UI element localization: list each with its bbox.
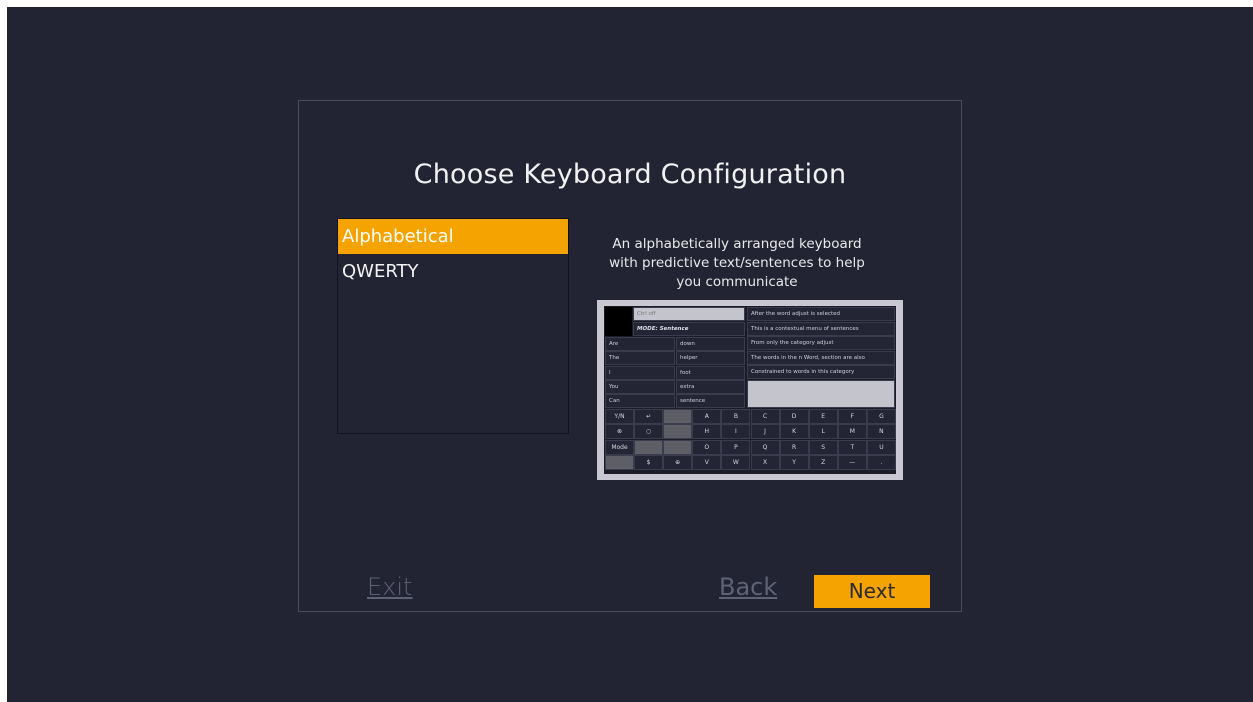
preview-key: H <box>692 424 722 440</box>
preview-word: foot <box>676 365 745 380</box>
preview-sentence: The words in the n Word, section are als… <box>747 350 895 365</box>
preview-key: J <box>750 424 780 440</box>
config-panel: Choose Keyboard Configuration Alphabetic… <box>298 100 962 612</box>
preview-key: M <box>837 424 867 440</box>
preview-key: F <box>837 409 867 424</box>
preview-key: C <box>750 409 780 424</box>
preview-key: R <box>779 439 809 455</box>
app-screen: Choose Keyboard Configuration Alphabetic… <box>7 7 1253 702</box>
preview-black-box <box>605 307 632 336</box>
preview-key <box>605 454 634 470</box>
preview-sentence: From only the category adjust <box>747 336 895 350</box>
preview-key: O <box>692 439 722 455</box>
preview-key: $ <box>634 454 664 470</box>
preview-key: . <box>866 454 896 470</box>
preview-sentence: After the word adjust is selected <box>747 307 895 321</box>
preview-key <box>634 439 664 455</box>
preview-key: W <box>721 454 751 470</box>
preview-key: — <box>837 454 867 470</box>
keyboard-description: An alphabetically arranged keyboard with… <box>609 236 865 290</box>
preview-key: U <box>866 439 896 455</box>
preview-key: I <box>721 424 751 440</box>
preview-ctrl: Ctrl off <box>633 307 745 321</box>
option-qwerty[interactable]: QWERTY <box>338 254 568 289</box>
preview-key: Q <box>750 439 780 455</box>
keyboard-preview: Ctrl off MODE: Sentence After the word a… <box>604 306 896 474</box>
preview-key: A <box>692 409 722 424</box>
preview-key: ○ <box>634 424 664 440</box>
preview-key: ⊗ <box>605 424 634 440</box>
preview-key: B <box>721 409 751 424</box>
preview-key: ↵ <box>634 409 664 424</box>
preview-key <box>663 439 693 455</box>
preview-key: G <box>866 409 896 424</box>
back-button[interactable]: Back <box>719 573 777 601</box>
preview-key: T <box>837 439 867 455</box>
preview-key: D <box>779 409 809 424</box>
next-button[interactable]: Next <box>814 575 930 608</box>
preview-word: I <box>605 365 675 380</box>
preview-key: Y/N <box>605 409 634 424</box>
preview-key: Mode <box>605 439 634 455</box>
page-title: Choose Keyboard Configuration <box>413 159 847 190</box>
preview-key: E <box>808 409 838 424</box>
preview-key: K <box>779 424 809 440</box>
exit-button[interactable]: Exit <box>367 573 412 601</box>
preview-word: You <box>605 379 675 394</box>
keyboard-options-list[interactable]: Alphabetical QWERTY <box>337 218 569 434</box>
preview-key: Y <box>779 454 809 470</box>
preview-key <box>663 424 693 440</box>
preview-key <box>663 409 693 424</box>
preview-key: V <box>692 454 722 470</box>
preview-key: ⊕ <box>663 454 693 470</box>
preview-word: Can <box>605 394 675 409</box>
preview-key: N <box>866 424 896 440</box>
preview-word: helper <box>676 351 745 366</box>
preview-key: L <box>808 424 838 440</box>
preview-key: S <box>808 439 838 455</box>
preview-text-area <box>747 380 895 408</box>
preview-word: The <box>605 351 675 366</box>
preview-mode: MODE: Sentence <box>633 322 745 336</box>
preview-word: Are <box>605 337 675 351</box>
preview-sentence: Constrained to words in this category <box>747 365 895 379</box>
preview-word: down <box>676 337 745 351</box>
preview-word: extra <box>676 379 745 394</box>
preview-key: P <box>721 439 751 455</box>
preview-word: sentence <box>676 394 745 409</box>
keyboard-preview-image: Ctrl off MODE: Sentence After the word a… <box>597 300 903 480</box>
preview-sentence: This is a contextual menu of sentences <box>747 321 895 336</box>
option-alphabetical[interactable]: Alphabetical <box>338 219 568 254</box>
preview-key: X <box>750 454 780 470</box>
preview-key: Z <box>808 454 838 470</box>
